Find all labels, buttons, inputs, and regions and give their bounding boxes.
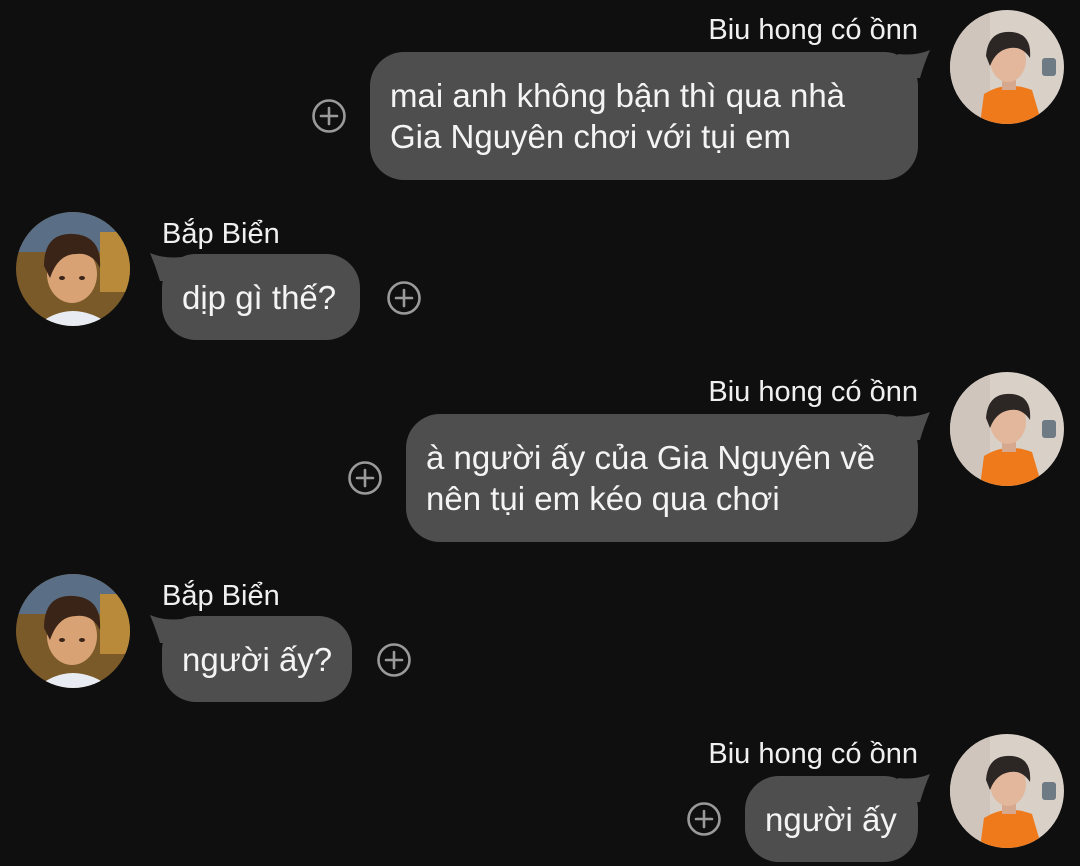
add-reaction-icon: [687, 802, 721, 836]
message-line: người ấy?: [182, 641, 333, 678]
user-avatar-icon: [16, 212, 130, 326]
message-line: Gia Nguyên chơi với tụi em: [390, 118, 791, 155]
message-bubble[interactable]: mai anh không bận thì qua nhà Gia Nguyên…: [370, 52, 918, 180]
bubble-tail: [898, 48, 932, 82]
avatar[interactable]: [16, 212, 130, 326]
sender-name: Biu hong có ồnn: [708, 738, 918, 770]
add-reaction-button[interactable]: [311, 98, 347, 134]
user-avatar-icon: [16, 574, 130, 688]
add-reaction-button[interactable]: [347, 460, 383, 496]
add-reaction-icon: [377, 643, 411, 677]
bubble-tail: [148, 251, 182, 285]
message-line: à người ấy của Gia Nguyên về: [426, 439, 876, 476]
add-reaction-button[interactable]: [376, 642, 412, 678]
add-reaction-icon: [348, 461, 382, 495]
bubble-tail: [898, 772, 932, 806]
message-bubble[interactable]: người ấy?: [162, 616, 352, 702]
add-reaction-icon: [312, 99, 346, 133]
avatar[interactable]: [950, 10, 1064, 124]
message-line: người ấy: [765, 801, 897, 838]
add-reaction-icon: [387, 281, 421, 315]
sender-name: Bắp Biển: [162, 218, 280, 250]
bubble-tail: [148, 613, 182, 647]
add-reaction-button[interactable]: [386, 280, 422, 316]
user-avatar-icon: [950, 734, 1064, 848]
avatar[interactable]: [16, 574, 130, 688]
avatar[interactable]: [950, 372, 1064, 486]
avatar[interactable]: [950, 734, 1064, 848]
sender-name: Bắp Biển: [162, 580, 280, 612]
user-avatar-icon: [950, 10, 1064, 124]
bubble-tail: [898, 410, 932, 444]
message-bubble[interactable]: người ấy: [745, 776, 918, 862]
add-reaction-button[interactable]: [686, 801, 722, 837]
message-line: mai anh không bận thì qua nhà: [390, 77, 846, 114]
user-avatar-icon: [950, 372, 1064, 486]
sender-name: Biu hong có ồnn: [708, 14, 918, 46]
message-line: dịp gì thế?: [182, 279, 337, 316]
message-bubble[interactable]: à người ấy của Gia Nguyên về nên tụi em …: [406, 414, 918, 542]
message-line: nên tụi em kéo qua chơi: [426, 480, 780, 517]
sender-name: Biu hong có ồnn: [708, 376, 918, 408]
message-bubble[interactable]: dịp gì thế?: [162, 254, 360, 340]
